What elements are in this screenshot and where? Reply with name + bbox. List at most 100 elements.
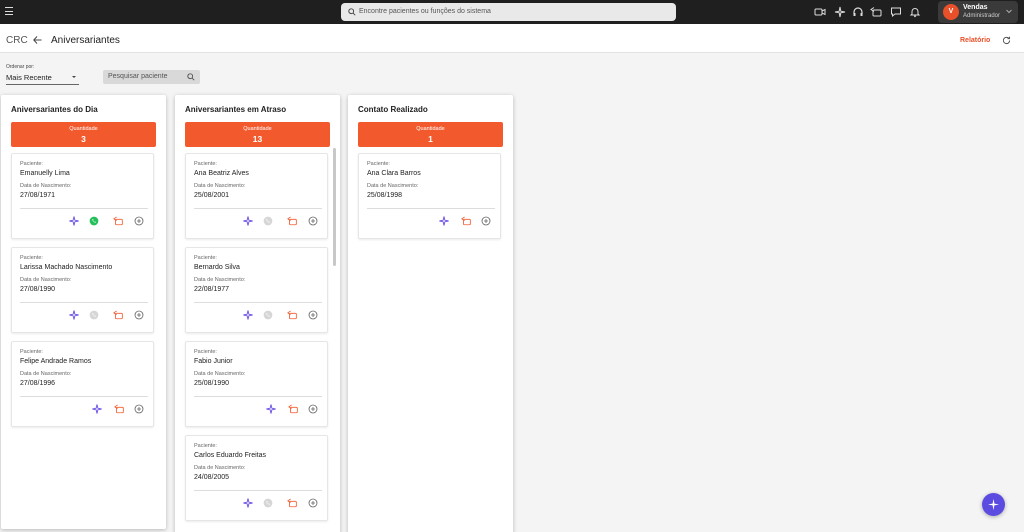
quantity-badge: Quantidade 1 [358, 122, 503, 147]
whatsapp-icon[interactable] [89, 216, 99, 226]
sparkle-icon[interactable] [243, 216, 253, 226]
patient-card[interactable]: Paciente: Felipe Andrade Ramos Data de Nas… [11, 341, 154, 427]
card-divider [20, 396, 148, 397]
contact-reply-icon[interactable] [113, 216, 123, 226]
column-title: Aniversariantes em Atraso [185, 105, 287, 114]
patient-name: Larissa Machado Nascimento [20, 264, 113, 271]
birth-date-label: Data de Nascimento: [20, 183, 72, 189]
column-birthdays-today: Aniversariantes do Dia Quantidade 3 Pacient… [1, 95, 166, 529]
search-icon [348, 8, 356, 16]
add-circle-icon[interactable] [481, 216, 491, 226]
patient-label: Paciente: [194, 349, 217, 355]
user-profile-menu[interactable]: V Vendas Administrador [938, 1, 1018, 23]
contact-reply-icon[interactable] [113, 310, 123, 320]
ai-assistant-button[interactable] [982, 493, 1005, 516]
patient-name: Emanuelly Lima [20, 170, 70, 177]
breadcrumb[interactable]: CRC [6, 35, 28, 46]
quantity-label: Quantidade [243, 126, 272, 132]
contact-reply-icon[interactable] [287, 216, 297, 226]
page-header: CRC Aniversariantes Relatório [0, 24, 1024, 53]
patient-search-placeholder: Pesquisar paciente [108, 73, 168, 80]
card-divider [20, 302, 148, 303]
sparkle-icon[interactable] [834, 6, 846, 18]
add-circle-icon[interactable] [308, 310, 318, 320]
birth-date-value: 27/08/1971 [20, 192, 56, 199]
patient-label: Paciente: [194, 255, 217, 261]
whatsapp-icon[interactable] [263, 498, 273, 508]
user-name: Vendas [963, 4, 988, 11]
patient-search-input[interactable]: Pesquisar paciente [103, 70, 200, 84]
patient-card[interactable]: Paciente: Fabio Junior Data de Nascimento:… [185, 341, 328, 427]
birth-date-label: Data de Nascimento: [194, 371, 246, 377]
add-circle-icon[interactable] [308, 498, 318, 508]
card-divider [194, 208, 322, 209]
patient-name: Ana Clara Barros [367, 170, 421, 177]
contact-reply-icon[interactable] [287, 310, 297, 320]
sparkle-icon[interactable] [243, 498, 253, 508]
patient-card[interactable]: Paciente: Emanuelly Lima Data de Nasciment… [11, 153, 154, 239]
sparkle-icon[interactable] [92, 404, 102, 414]
patient-name: Ana Beatriz Alves [194, 170, 249, 177]
quantity-count: 3 [81, 134, 86, 144]
quantity-label: Quantidade [416, 126, 445, 132]
order-select[interactable]: Mais Recente [6, 72, 79, 85]
page-title: Aniversariantes [51, 35, 120, 46]
patient-name: Bernardo Silva [194, 264, 240, 271]
card-divider [194, 302, 322, 303]
card-divider [367, 208, 495, 209]
birth-date-label: Data de Nascimento: [367, 183, 419, 189]
avatar: V [943, 4, 959, 20]
contact-reply-icon[interactable] [870, 6, 882, 18]
whatsapp-icon[interactable] [263, 216, 273, 226]
user-role: Administrador [963, 13, 1001, 19]
patient-name: Carlos Eduardo Freitas [194, 452, 266, 459]
chevron-down-icon [1006, 9, 1012, 14]
search-icon[interactable] [187, 73, 195, 81]
global-search-placeholder: Encontre pacientes ou funções do sistema [359, 8, 491, 15]
sparkle-icon[interactable] [439, 216, 449, 226]
add-circle-icon[interactable] [308, 404, 318, 414]
contact-reply-icon[interactable] [114, 404, 124, 414]
sparkle-icon[interactable] [69, 216, 79, 226]
report-button[interactable]: Relatório [960, 37, 990, 44]
column-title: Aniversariantes do Dia [11, 105, 98, 114]
sparkle-icon[interactable] [266, 404, 276, 414]
birth-date-value: 25/08/1998 [367, 192, 403, 199]
bell-icon[interactable] [909, 6, 921, 18]
column-scrollbar[interactable] [333, 148, 336, 266]
quantity-badge: Quantidade 13 [185, 122, 330, 147]
patient-label: Paciente: [20, 349, 43, 355]
birth-date-value: 27/08/1996 [20, 380, 56, 387]
back-arrow-icon[interactable] [33, 36, 42, 44]
quantity-badge: Quantidade 3 [11, 122, 156, 147]
menu-icon[interactable] [5, 7, 13, 16]
add-circle-icon[interactable] [134, 216, 144, 226]
patient-label: Paciente: [20, 161, 43, 167]
patient-card[interactable]: Paciente: Ana Clara Barros Data de Nascime… [358, 153, 501, 239]
patient-card[interactable]: Paciente: Bernardo Silva Data de Nasciment… [185, 247, 328, 333]
patient-name: Fabio Junior [194, 358, 233, 365]
sparkle-icon[interactable] [243, 310, 253, 320]
sparkle-icon[interactable] [69, 310, 79, 320]
contact-reply-icon[interactable] [287, 498, 297, 508]
contact-reply-icon[interactable] [288, 404, 298, 414]
card-divider [194, 396, 322, 397]
add-circle-icon[interactable] [308, 216, 318, 226]
patient-name: Felipe Andrade Ramos [20, 358, 92, 365]
birth-date-value: 24/08/2005 [194, 474, 230, 481]
patient-card[interactable]: Paciente: Carlos Eduardo Freitas Data de N… [185, 435, 328, 521]
refresh-icon[interactable] [1002, 36, 1011, 45]
video-camera-icon[interactable] [814, 6, 826, 18]
whatsapp-icon[interactable] [263, 310, 273, 320]
chat-icon[interactable] [890, 6, 902, 18]
contact-reply-icon[interactable] [461, 216, 471, 226]
quantity-label: Quantidade [69, 126, 98, 132]
birth-date-label: Data de Nascimento: [194, 465, 246, 471]
patient-card[interactable]: Paciente: Larissa Machado Nascimento Data … [11, 247, 154, 333]
add-circle-icon[interactable] [134, 310, 144, 320]
headset-icon[interactable] [852, 6, 864, 18]
whatsapp-icon[interactable] [89, 310, 99, 320]
patient-card[interactable]: Paciente: Ana Beatriz Alves Data de Nascim… [185, 153, 328, 239]
add-circle-icon[interactable] [134, 404, 144, 414]
global-search-input[interactable]: Encontre pacientes ou funções do sistema [341, 3, 676, 21]
